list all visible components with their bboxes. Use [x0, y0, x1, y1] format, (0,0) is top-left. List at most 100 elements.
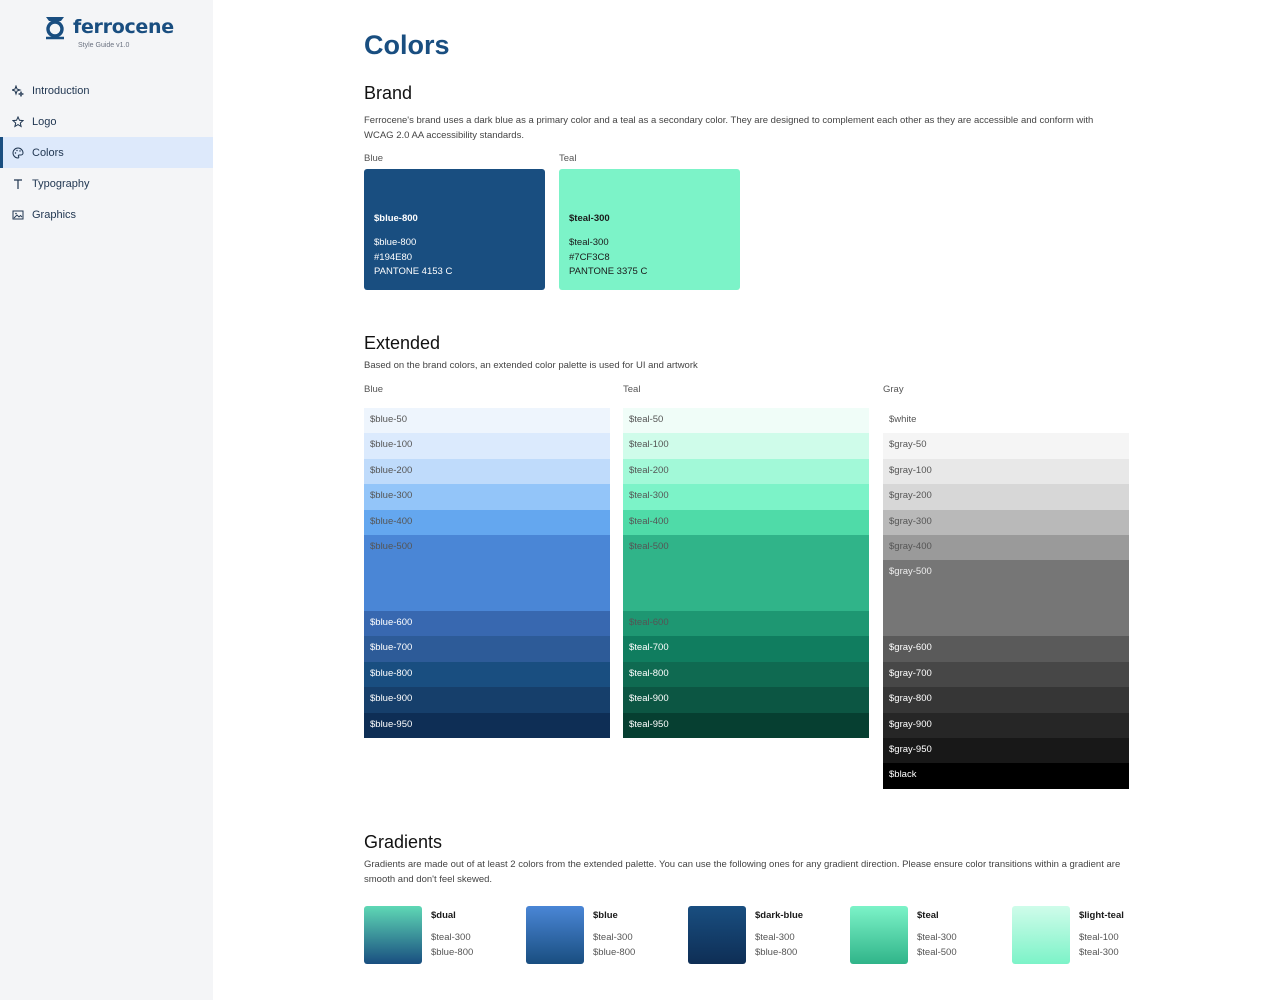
- color-swatch: $blue-100: [364, 433, 610, 459]
- color-swatch: $teal-400: [623, 509, 869, 535]
- gradient-item: $blue $teal-300 $blue-800: [526, 906, 635, 964]
- sidebar-item-label: Colors: [32, 146, 64, 159]
- image-icon: [12, 209, 24, 221]
- color-swatch: $gray-800: [883, 687, 1129, 713]
- gradient-stop: $teal-500: [917, 946, 957, 958]
- gradient-item: $dual $teal-300 $blue-800: [364, 906, 473, 964]
- color-swatch: $gray-500: [883, 560, 1129, 637]
- brand-heading: Brand: [364, 83, 413, 103]
- color-swatch: $blue-900: [364, 687, 610, 713]
- brand-color-card-teal: $teal-300 $teal-300 #7CF3C8 PANTONE 3375…: [559, 169, 740, 290]
- color-swatch: $teal-800: [623, 661, 869, 688]
- gradients-description: Gradients are made out of at least 2 col…: [364, 859, 1121, 885]
- star-icon: [12, 115, 24, 128]
- gradient-swatch: [526, 906, 584, 964]
- brand-teal-label: Teal: [559, 153, 577, 164]
- text-icon: [12, 178, 24, 190]
- palette-label-blue: Blue: [364, 384, 384, 395]
- gradient-name: $dual: [431, 910, 456, 921]
- sidebar-item-colors[interactable]: Colors: [0, 137, 213, 168]
- sidebar-item-graphics[interactable]: Graphics: [0, 199, 213, 230]
- brand-color-name: $teal-300: [569, 213, 610, 224]
- color-swatch: $gray-400: [883, 534, 1129, 561]
- gradient-stop: $teal-300: [431, 932, 471, 943]
- ferrocene-logo-icon: [46, 17, 64, 40]
- color-swatch: $blue-800: [364, 661, 610, 688]
- sidebar-item-typography[interactable]: Typography: [0, 168, 213, 199]
- sidebar-nav: Introduction Logo Colors Typography Grap…: [0, 75, 213, 230]
- color-swatch: $blue-400: [364, 509, 610, 535]
- logo[interactable]: ferrocene: [43, 14, 174, 40]
- color-swatch: $gray-700: [883, 661, 1129, 688]
- color-swatch: $blue-600: [364, 610, 610, 637]
- color-swatch: $blue-700: [364, 636, 610, 662]
- color-swatch: $blue-950: [364, 712, 610, 738]
- palette-gray: $white $gray-50 $gray-100 $gray-200 $gray-30…: [883, 408, 1129, 789]
- color-swatch: $black: [883, 763, 1129, 789]
- gradient-stop: $teal-300: [755, 932, 795, 943]
- sidebar-item-label: Graphics: [32, 208, 77, 221]
- gradient-name: $blue: [593, 910, 618, 921]
- color-swatch: $teal-300: [623, 484, 869, 510]
- brand-blue-label: Blue: [364, 153, 384, 164]
- logo-text: ferrocene: [73, 16, 174, 38]
- color-swatch: $teal-700: [623, 636, 869, 662]
- gradient-swatch: [850, 906, 908, 964]
- color-swatch: $gray-600: [883, 636, 1129, 662]
- sidebar-item-logo[interactable]: Logo: [0, 106, 213, 137]
- sparkles-icon: [12, 84, 24, 97]
- gradient-name: $teal: [917, 910, 939, 921]
- color-swatch: $teal-50: [623, 408, 869, 434]
- color-swatch: $gray-50: [883, 433, 1129, 459]
- gradient-stop: $blue-800: [593, 946, 636, 958]
- palette-teal: $teal-50 $teal-100 $teal-200 $teal-300 $teal…: [623, 408, 869, 738]
- extended-heading: Extended: [364, 333, 441, 353]
- palette-blue: $blue-50 $blue-100 $blue-200 $blue-300 $blue…: [364, 408, 610, 738]
- color-swatch: $gray-900: [883, 712, 1129, 738]
- logo-subtitle: Style Guide v1.0: [78, 42, 130, 49]
- color-swatch: $gray-300: [883, 509, 1129, 535]
- gradient-stop: $teal-300: [1079, 946, 1119, 958]
- color-swatch: $teal-500: [623, 534, 869, 611]
- palette-label-gray: Gray: [883, 384, 904, 395]
- brand-color-pantone: PANTONE 3375 C: [569, 266, 648, 277]
- sidebar-item-label: Logo: [32, 115, 57, 128]
- gradient-item: $dark-blue $teal-300 $blue-800: [688, 906, 803, 964]
- palette-icon: [12, 146, 24, 159]
- color-swatch: $teal-950: [623, 712, 869, 738]
- color-swatch: $teal-600: [623, 610, 869, 637]
- brand-color-pantone: PANTONE 4153 C: [374, 266, 453, 277]
- color-swatch: $blue-200: [364, 458, 610, 485]
- gradient-name: $light-teal: [1079, 910, 1124, 921]
- brand-color-hex: #194E80: [374, 251, 413, 263]
- color-swatch: $blue-300: [364, 484, 610, 510]
- sidebar: ferrocene Style Guide v1.0 Introduction …: [0, 0, 213, 1000]
- gradient-name: $dark-blue: [755, 910, 804, 921]
- color-swatch: $gray-200: [883, 484, 1129, 510]
- color-swatch: $white: [883, 408, 1129, 434]
- gradient-swatch: [688, 906, 746, 964]
- brand-description: Ferrocene's brand uses a dark blue as a …: [364, 115, 1094, 141]
- gradient-item: $teal $teal-300 $teal-500: [850, 906, 957, 964]
- palette-label-teal: Teal: [623, 384, 641, 395]
- color-swatch: $gray-950: [883, 737, 1129, 764]
- extended-description: Based on the brand colors, an extended c…: [364, 360, 698, 371]
- brand-color-hex: #7CF3C8: [569, 251, 610, 263]
- gradient-item: $light-teal $teal-100 $teal-300: [1012, 906, 1124, 964]
- color-swatch: $blue-500: [364, 534, 610, 611]
- brand-color-name: $blue-800: [374, 213, 418, 224]
- color-swatch: $gray-100: [883, 458, 1129, 485]
- brand-color-card-blue: $blue-800 $blue-800 #194E80 PANTONE 4153…: [364, 169, 545, 290]
- brand-color-var: $teal-300: [569, 237, 609, 248]
- sidebar-item-label: Typography: [32, 177, 90, 190]
- color-swatch: $blue-50: [364, 408, 610, 434]
- gradient-stop: $blue-800: [431, 946, 474, 958]
- sidebar-item-label: Introduction: [32, 84, 90, 97]
- page-title: Colors: [364, 30, 450, 60]
- color-swatch: $teal-100: [623, 433, 869, 459]
- sidebar-item-introduction[interactable]: Introduction: [0, 75, 213, 106]
- color-swatch: $teal-900: [623, 687, 869, 713]
- gradient-stop: $teal-300: [593, 932, 633, 943]
- color-swatch: $teal-200: [623, 458, 869, 485]
- gradient-stop: $blue-800: [755, 946, 798, 958]
